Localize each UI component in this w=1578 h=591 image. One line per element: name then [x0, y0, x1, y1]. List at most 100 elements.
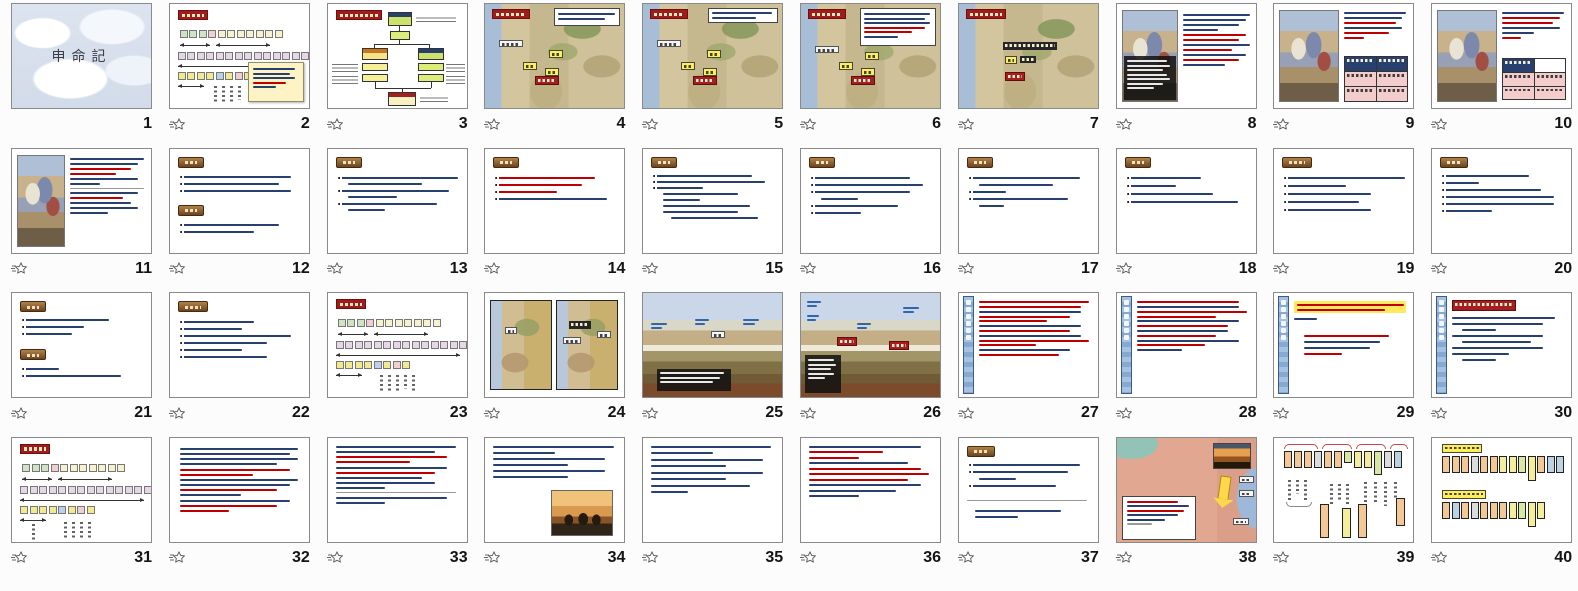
animation-star-icon[interactable] — [958, 407, 974, 420]
map-label — [851, 76, 875, 85]
animation-star-icon[interactable] — [1431, 118, 1447, 131]
body-text — [180, 321, 304, 358]
animation-star-icon[interactable] — [1116, 407, 1132, 420]
animation-star-icon[interactable] — [1116, 551, 1132, 564]
animation-star-icon[interactable] — [327, 262, 343, 275]
slide-thumbnail-6[interactable] — [800, 3, 941, 109]
animation-star-icon[interactable] — [1431, 262, 1447, 275]
animation-star-icon[interactable] — [1431, 407, 1447, 420]
animation-star-icon[interactable] — [484, 262, 500, 275]
animation-star-icon[interactable] — [642, 551, 658, 564]
animation-star-icon[interactable] — [642, 407, 658, 420]
slide-thumbnail-10[interactable] — [1431, 3, 1572, 109]
animation-star-icon[interactable] — [800, 551, 816, 564]
slide-thumbnail-13[interactable] — [327, 148, 468, 254]
slide-thumbnail-29[interactable] — [1273, 292, 1414, 398]
animation-star-icon[interactable] — [169, 262, 185, 275]
slide-title-box — [650, 9, 688, 19]
slide-thumbnail-20[interactable] — [1431, 148, 1572, 254]
body-text — [180, 224, 304, 233]
slide-thumbnail-9[interactable] — [1273, 3, 1414, 109]
slide-cell-7: 7 — [947, 3, 1105, 148]
slide-thumbnail-40[interactable] — [1431, 437, 1572, 543]
slide-thumbnail-18[interactable] — [1116, 148, 1257, 254]
photo-label — [889, 341, 909, 350]
slide-thumbnail-36[interactable] — [800, 437, 941, 543]
slide-thumbnail-27[interactable] — [958, 292, 1099, 398]
slide-thumbnail-28[interactable] — [1116, 292, 1257, 398]
section-badge — [1125, 157, 1151, 168]
animation-star-icon[interactable] — [1273, 551, 1289, 564]
animation-star-icon[interactable] — [169, 407, 185, 420]
slide-thumbnail-12[interactable] — [169, 148, 310, 254]
animation-star-icon[interactable] — [1116, 262, 1132, 275]
animation-star-icon[interactable] — [484, 118, 500, 131]
animation-star-icon[interactable] — [11, 262, 27, 275]
animation-star-icon[interactable] — [327, 551, 343, 564]
slide-thumbnail-8[interactable] — [1116, 3, 1257, 109]
animation-star-icon[interactable] — [958, 551, 974, 564]
slide-thumbnail-17[interactable] — [958, 148, 1099, 254]
animation-star-icon[interactable] — [1273, 407, 1289, 420]
animation-star-icon[interactable] — [11, 407, 27, 420]
animation-star-icon[interactable] — [1273, 118, 1289, 131]
animation-star-icon[interactable] — [484, 407, 500, 420]
flowchart-node — [418, 63, 444, 71]
slide-thumbnail-22[interactable] — [169, 292, 310, 398]
slide-cell-17: 17 — [947, 148, 1105, 293]
animation-star-icon[interactable] — [800, 262, 816, 275]
slide-thumbnail-37[interactable] — [958, 437, 1099, 543]
map-label — [545, 68, 559, 76]
animation-star-icon[interactable] — [1116, 118, 1132, 131]
slide-thumbnail-39[interactable] — [1273, 437, 1414, 543]
slide-thumbnail-15[interactable] — [642, 148, 783, 254]
animation-star-icon[interactable] — [642, 118, 658, 131]
chapter-boxes-row — [338, 319, 441, 327]
animation-star-icon[interactable] — [800, 407, 816, 420]
animation-star-icon[interactable] — [958, 118, 974, 131]
slide-thumbnail-16[interactable] — [800, 148, 941, 254]
flowchart-node — [418, 48, 444, 60]
animation-star-icon[interactable] — [1431, 551, 1447, 564]
group-brace — [1322, 444, 1352, 449]
animation-star-icon[interactable] — [1273, 262, 1289, 275]
animation-star-icon[interactable] — [958, 262, 974, 275]
slide-thumbnail-32[interactable] — [169, 437, 310, 543]
animation-star-icon[interactable] — [484, 551, 500, 564]
slide-thumbnail-33[interactable] — [327, 437, 468, 543]
animation-star-icon[interactable] — [169, 551, 185, 564]
slide-thumbnail-25[interactable] — [642, 292, 783, 398]
photo-caption-box — [657, 369, 731, 391]
section-badge — [967, 157, 993, 168]
slide-thumbnail-19[interactable] — [1273, 148, 1414, 254]
slide-thumbnail-31[interactable] — [11, 437, 152, 543]
slide-thumbnail-26[interactable] — [800, 292, 941, 398]
slide-thumbnail-21[interactable] — [11, 292, 152, 398]
slide-thumbnail-2[interactable] — [169, 3, 310, 109]
slide-thumbnail-38[interactable] — [1116, 437, 1257, 543]
slide-cell-11: 11 — [0, 148, 158, 293]
slide-thumbnail-3[interactable] — [327, 3, 468, 109]
slide-thumbnail-7[interactable] — [958, 3, 1099, 109]
body-text — [70, 158, 146, 214]
slide-thumbnail-11[interactable] — [11, 148, 152, 254]
slide-thumbnail-24[interactable] — [484, 292, 625, 398]
slide-thumbnail-34[interactable] — [484, 437, 625, 543]
animation-star-icon[interactable] — [327, 118, 343, 131]
slide-thumbnail-23[interactable] — [327, 292, 468, 398]
animation-star-icon[interactable] — [11, 551, 27, 564]
slide-thumbnail-35[interactable] — [642, 437, 783, 543]
body-text — [651, 446, 775, 494]
deck-title: 申命記 — [12, 46, 151, 66]
slide-thumbnail-1[interactable]: 申命記 — [11, 3, 152, 109]
animation-star-icon[interactable] — [800, 118, 816, 131]
slide-thumbnail-5[interactable] — [642, 3, 783, 109]
slide-thumbnail-4[interactable] — [484, 3, 625, 109]
animation-star-icon[interactable] — [169, 118, 185, 131]
animation-star-icon[interactable] — [642, 262, 658, 275]
slide-cell-4: 4 — [473, 3, 631, 148]
slide-cell-38: 38 — [1105, 437, 1263, 582]
slide-thumbnail-14[interactable] — [484, 148, 625, 254]
body-text — [1452, 317, 1566, 361]
slide-thumbnail-30[interactable] — [1431, 292, 1572, 398]
